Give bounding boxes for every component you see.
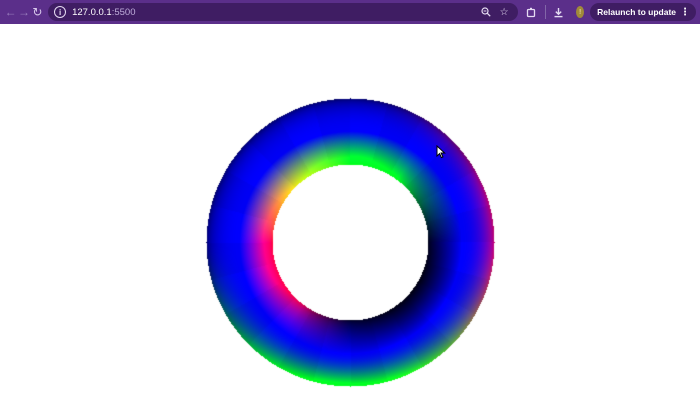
toolbar-separator <box>544 5 546 19</box>
browser-toolbar: ← → ↻ i 127.0.0.1 :5500 ☆ ! Relaunch to … <box>0 0 700 24</box>
arrow-left-icon: ← <box>4 5 17 19</box>
back-button[interactable]: ← <box>4 2 17 22</box>
page-viewport <box>0 24 700 415</box>
url-host: 127.0.0.1 <box>72 6 112 18</box>
puzzle-icon-glyph <box>526 7 536 17</box>
relaunch-label: Relaunch to update <box>597 7 677 17</box>
puzzle-icon[interactable] <box>524 2 539 22</box>
mouse-cursor-icon <box>436 145 446 159</box>
reload-button[interactable]: ↻ <box>31 2 44 22</box>
url-port: :5500 <box>111 6 136 18</box>
profile-avatar[interactable]: ! <box>576 6 585 18</box>
torus-canvas[interactable] <box>0 24 700 415</box>
download-icon[interactable] <box>551 2 566 22</box>
download-icon-glyph <box>554 7 563 17</box>
kebab-menu-icon[interactable]: ⋮ <box>680 7 690 18</box>
forward-button[interactable]: → <box>17 2 30 22</box>
address-bar[interactable]: i 127.0.0.1 :5500 ☆ <box>48 3 519 21</box>
reload-icon: ↻ <box>32 5 43 19</box>
info-icon[interactable]: i <box>54 6 67 18</box>
zoom-icon[interactable] <box>478 4 494 20</box>
relaunch-button[interactable]: Relaunch to update ⋮ <box>590 3 697 21</box>
arrow-right-icon: → <box>18 5 31 19</box>
zoom-icon-glyph <box>481 7 491 17</box>
star-icon[interactable]: ☆ <box>496 4 512 20</box>
